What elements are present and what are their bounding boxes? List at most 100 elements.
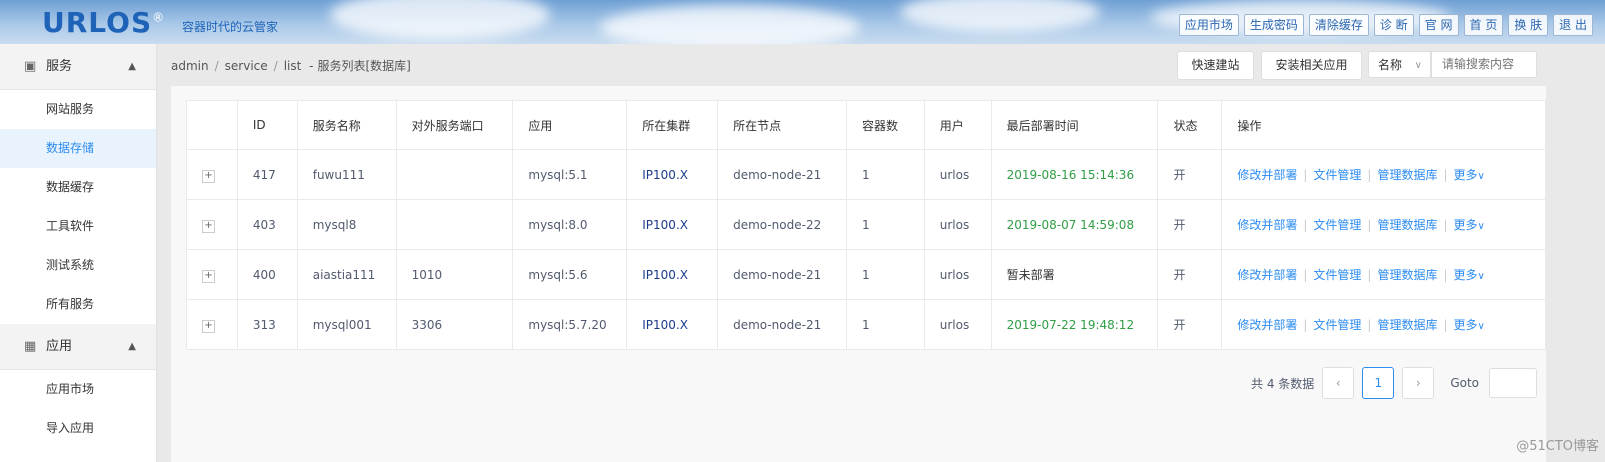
home-button[interactable]: 首 页 (1463, 14, 1504, 36)
breadcrumb-list[interactable]: list (284, 59, 302, 73)
install-app-button[interactable]: 安装相关应用 (1261, 51, 1362, 80)
cell-containers: 1 (846, 199, 925, 250)
chevron-up-icon: ▲ (128, 341, 136, 352)
page-title: 服务列表[数据库] (317, 59, 411, 73)
app-market-button[interactable]: 应用市场 (1178, 14, 1239, 36)
cluster-link[interactable]: IP100.X (642, 268, 688, 282)
sidebar-item-tool-software[interactable]: 工具软件 (0, 207, 156, 246)
sidebar-group-apps[interactable]: ▦ 应用 ▲ (0, 324, 156, 370)
col-node: 所在节点 (717, 100, 847, 150)
col-app: 应用 (512, 100, 628, 150)
breadcrumb-admin[interactable]: admin (171, 59, 209, 73)
modify-deploy-link[interactable]: 修改并部署 (1237, 218, 1297, 232)
logo[interactable]: URLOS® (42, 6, 165, 39)
generate-password-button[interactable]: 生成密码 (1243, 14, 1304, 36)
modify-deploy-link[interactable]: 修改并部署 (1237, 168, 1297, 182)
manage-database-link[interactable]: 管理数据库 (1377, 168, 1437, 182)
cell-node: demo-node-21 (717, 249, 847, 300)
expand-row-button[interactable]: + (202, 219, 215, 233)
col-containers: 容器数 (846, 100, 925, 150)
chevron-up-icon: ▲ (128, 61, 136, 72)
official-site-button[interactable]: 官 网 (1418, 14, 1459, 36)
manage-database-link[interactable]: 管理数据库 (1377, 218, 1437, 232)
sidebar-item-import-app[interactable]: 导入应用 (0, 409, 156, 448)
sidebar-item-website-services[interactable]: 网站服务 (0, 90, 156, 129)
cell-deploy-time: 2019-08-16 15:14:36 (991, 149, 1159, 200)
manage-database-link[interactable]: 管理数据库 (1377, 318, 1437, 332)
cluster-link[interactable]: IP100.X (642, 218, 688, 232)
modify-deploy-link[interactable]: 修改并部署 (1237, 268, 1297, 282)
col-cluster: 所在集群 (626, 100, 719, 150)
cell-user: urlos (924, 299, 992, 350)
file-manager-link[interactable]: 文件管理 (1313, 318, 1361, 332)
search-input[interactable] (1431, 51, 1537, 78)
more-dropdown[interactable]: 更多∨ (1454, 318, 1485, 332)
breadcrumb-service[interactable]: service (225, 59, 268, 73)
sidebar-group-label: 应用 (46, 339, 73, 354)
sidebar-group-services[interactable]: ▣ 服务 ▲ (0, 44, 156, 90)
more-dropdown[interactable]: 更多∨ (1454, 168, 1485, 182)
prev-page-button[interactable]: ‹ (1322, 367, 1355, 399)
header-button-group: 应用市场 生成密码 清除缓存 诊 断 官 网 首 页 换 肤 退 出 (1178, 14, 1593, 36)
service-table: ID 服务名称 对外服务端口 应用 所在集群 所在节点 容器数 用户 最后部署时… (186, 100, 1546, 350)
sidebar-item-data-storage[interactable]: 数据存储 (0, 129, 156, 168)
col-id: ID (237, 100, 298, 150)
cloud-decoration (330, 0, 550, 40)
col-port: 对外服务端口 (396, 100, 514, 150)
sidebar-item-test-systems[interactable]: 测试系统 (0, 246, 156, 285)
cell-app: mysql:5.7.20 (512, 299, 628, 350)
file-manager-link[interactable]: 文件管理 (1313, 168, 1361, 182)
change-skin-button[interactable]: 换 肤 (1508, 14, 1549, 36)
cell-app: mysql:8.0 (512, 199, 628, 250)
sidebar-item-all-services[interactable]: 所有服务 (0, 285, 156, 324)
cluster-link[interactable]: IP100.X (642, 168, 688, 182)
cell-port (396, 149, 514, 200)
goto-page-input[interactable] (1489, 368, 1537, 398)
col-user: 用户 (924, 100, 992, 150)
cell-status: 开 (1157, 299, 1223, 350)
page-1-button[interactable]: 1 (1362, 367, 1395, 399)
next-page-button[interactable]: › (1402, 367, 1435, 399)
cell-deploy-time: 2019-08-07 14:59:08 (991, 199, 1159, 250)
sidebar-item-app-market[interactable]: 应用市场 (0, 370, 156, 409)
more-dropdown[interactable]: 更多∨ (1454, 268, 1485, 282)
col-actions: 操作 (1221, 100, 1546, 150)
cell-name: aiastia111 (297, 249, 397, 300)
cell-port: 3306 (396, 299, 514, 350)
cell-port: 1010 (396, 249, 514, 300)
cloud-decoration (600, 5, 860, 44)
main-area: admin / service / list - 服务列表[数据库] 快速建站 安装相关应… (157, 44, 1605, 462)
logout-button[interactable]: 退 出 (1553, 14, 1593, 36)
file-manager-link[interactable]: 文件管理 (1313, 268, 1361, 282)
col-deploy-time: 最后部署时间 (991, 100, 1159, 150)
cell-user: urlos (924, 249, 992, 300)
chevron-down-icon: ∨ (1477, 171, 1485, 182)
table-row: + 313 mysql001 3306 mysql:5.7.20 IP100.X… (186, 299, 1546, 350)
search-field-select[interactable]: 名称 ∨ (1368, 51, 1431, 78)
sidebar-group-label: 服务 (46, 59, 73, 74)
expand-row-button[interactable]: + (202, 169, 215, 183)
expand-row-button[interactable]: + (202, 319, 215, 333)
more-dropdown[interactable]: 更多∨ (1454, 218, 1485, 232)
cell-user: urlos (924, 149, 992, 200)
diagnose-button[interactable]: 诊 断 (1373, 14, 1414, 36)
table-header-row: ID 服务名称 对外服务端口 应用 所在集群 所在节点 容器数 用户 最后部署时… (186, 100, 1546, 150)
cluster-link[interactable]: IP100.X (642, 318, 688, 332)
sidebar-item-data-cache[interactable]: 数据缓存 (0, 168, 156, 207)
quick-build-button[interactable]: 快速建站 (1177, 51, 1254, 80)
cell-actions: 修改并部署 | 文件管理 | 管理数据库 | 更多∨ (1221, 249, 1546, 300)
content-panel: ID 服务名称 对外服务端口 应用 所在集群 所在节点 容器数 用户 最后部署时… (171, 86, 1546, 462)
modify-deploy-link[interactable]: 修改并部署 (1237, 318, 1297, 332)
col-status: 状态 (1157, 100, 1223, 150)
cell-deploy-time: 2019-07-22 19:48:12 (991, 299, 1159, 350)
expand-row-button[interactable]: + (202, 269, 215, 283)
chevron-left-icon: ‹ (1335, 376, 1341, 390)
watermark: @51CTO博客 (1516, 439, 1599, 454)
cell-actions: 修改并部署 | 文件管理 | 管理数据库 | 更多∨ (1221, 299, 1546, 350)
select-value: 名称 (1378, 58, 1403, 72)
file-manager-link[interactable]: 文件管理 (1313, 218, 1361, 232)
clear-cache-button[interactable]: 清除缓存 (1308, 14, 1369, 36)
cell-node: demo-node-21 (717, 149, 847, 200)
col-name: 服务名称 (297, 100, 397, 150)
manage-database-link[interactable]: 管理数据库 (1377, 268, 1437, 282)
